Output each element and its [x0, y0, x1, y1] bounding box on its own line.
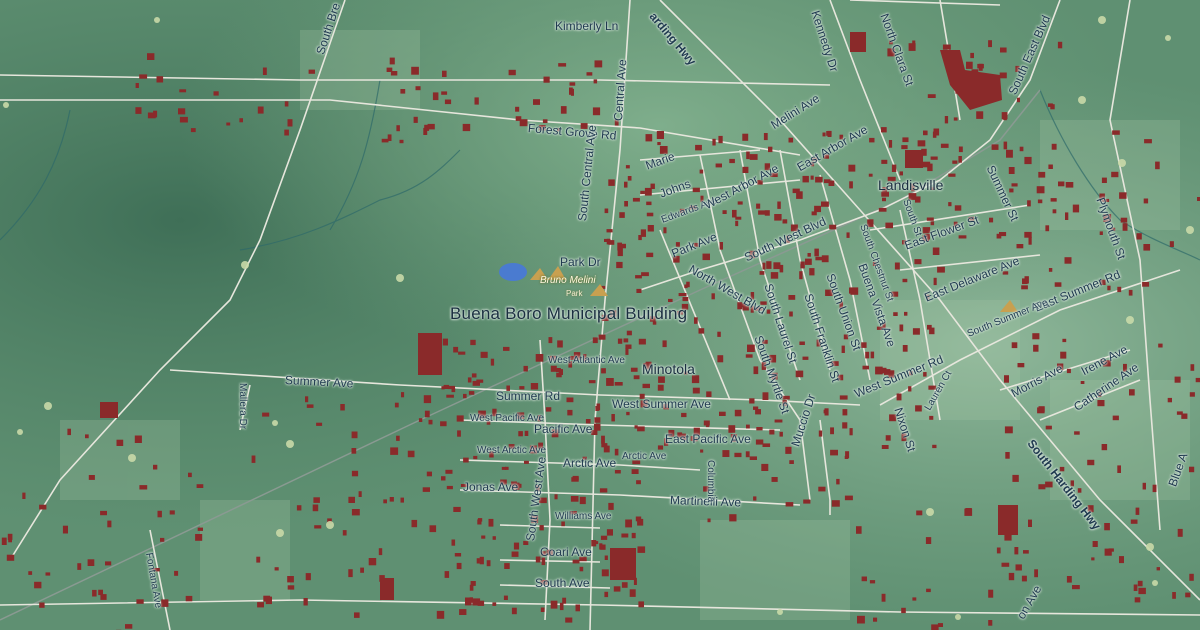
park-label-type: Park: [566, 289, 583, 298]
street-label-west-pacific-ave: West Pacific Ave: [470, 413, 545, 424]
street-label-east-pacific-ave: East Pacific Ave: [665, 432, 751, 446]
street-label-west-atlantic-ave: West Atlantic Ave: [548, 355, 625, 366]
map-canvas[interactable]: South Bre Kimberly Ln arding Hwy Central…: [0, 0, 1200, 630]
street-label-coari-ave: Coari Ave: [540, 545, 592, 559]
street-label-summer-rd: Summer Rd: [496, 389, 561, 403]
street-label-columbia: Columbia: [705, 460, 716, 503]
street-label-arctic-ave: Arctic Ave: [563, 456, 617, 470]
street-label-williams-ave: Williams Ave: [555, 511, 612, 522]
park-label-bruno-melini: Bruno Melini: [540, 275, 596, 286]
place-label-landisville: Landisville: [878, 177, 944, 193]
street-label-arctic-ave-2: Arctic Ave: [622, 451, 667, 462]
place-label-minotola: Minotola: [642, 361, 695, 377]
street-label-jonas-ave: Jonas Ave: [463, 480, 519, 494]
street-label-summer-ave: Summer Ave: [284, 373, 354, 391]
street-label-pacific-ave: Pacific Ave: [534, 422, 593, 436]
street-label-west-summer-ave: West Summer Ave: [612, 397, 711, 411]
street-label-west-arctic-ave: West Arctic Ave: [477, 445, 547, 456]
street-label-mallera-dr: Mallera Dr: [237, 383, 248, 430]
pond: [499, 263, 527, 281]
street-label-kimberly-ln: Kimberly Ln: [555, 19, 619, 33]
street-label-park-dr: Park Dr: [560, 255, 601, 269]
landmark-label-municipal-building: Buena Boro Municipal Building: [450, 304, 688, 323]
street-label-south-ave: South Ave: [535, 576, 590, 590]
